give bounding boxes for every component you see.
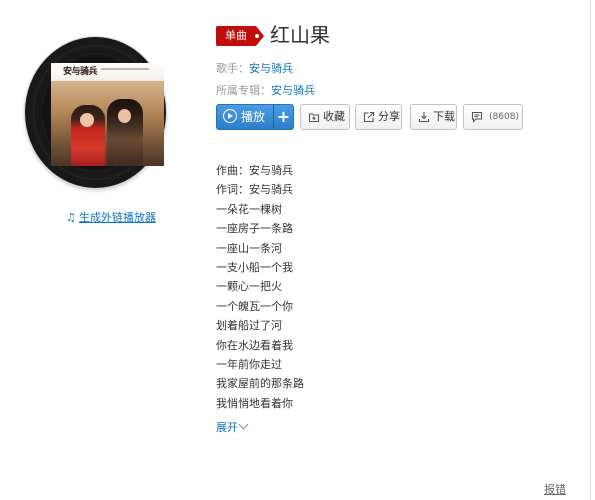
play-button[interactable]: 播放 [217,105,273,129]
share-button[interactable]: 分享 [355,104,402,130]
lyric-line: 一座房子一条路 [216,222,293,236]
lyric-line: 一朵花一棵树 [216,202,282,216]
share-icon [363,111,375,123]
collect-button[interactable]: 收藏 [300,104,350,130]
expand-lyrics-link[interactable]: 展开 [216,419,249,435]
share-label: 分享 [378,110,400,123]
lyric-line: 一个魄瓦一个你 [216,299,293,313]
lyrics-list: 作曲：安与骑兵 作词：安与骑兵 一朵花一棵树 一座房子一条路 一座山一条河 一支… [216,161,304,413]
collect-icon [308,113,320,123]
album-row: 所属专辑：安与骑兵 [216,82,315,98]
cover-photo [51,81,164,166]
song-title: 红山果 [270,23,330,47]
singer-link[interactable]: 安与骑兵 [249,62,293,75]
comment-count: (8608) [489,112,519,122]
right-border [590,0,591,500]
generate-player-label: 生成外链播放器 [79,211,156,224]
cover-artist-text: 安与骑兵 [63,67,98,77]
comment-icon [471,111,483,123]
album-label: 所属专辑： [216,84,271,97]
single-badge: 单曲 [216,26,264,46]
album-link[interactable]: 安与骑兵 [271,84,315,97]
singer-row: 歌手：安与骑兵 [216,60,293,76]
collect-label: 收藏 [323,110,345,123]
report-error-link[interactable]: 报错 [544,481,566,497]
lyric-line: 我家屋前的那条路 [216,377,304,391]
download-label: 下载 [433,110,455,123]
lyric-line: 作曲：安与骑兵 [216,164,293,177]
generate-player-link[interactable]: ♫ 生成外链播放器 [66,209,156,225]
badge-dot [255,34,259,38]
lyric-line: 一支小船一个我 [216,260,293,274]
lyric-line: 一座山一条河 [216,241,282,255]
lyric-line: 一年前你走过 [216,357,282,371]
cover-person-left [71,105,105,166]
play-circle-icon [223,109,237,123]
play-button-group: 播放 + [216,104,294,130]
music-note-icon: ♫ [66,211,76,224]
lyric-line: 一颗心一把火 [216,280,282,294]
lyric-line: 我悄悄地看着你 [216,396,293,410]
cover-person-right [107,99,143,166]
lyric-line: 你在水边看着我 [216,338,293,352]
singer-label: 歌手： [216,62,249,75]
comment-button[interactable]: (8608) [463,104,523,130]
expand-label: 展开 [216,421,238,434]
single-badge-label: 单曲 [225,29,247,42]
add-to-playlist-button[interactable]: + [274,105,293,129]
album-cover: 安与骑兵 [51,63,164,166]
lyric-line: 作词：安与骑兵 [216,183,293,197]
lyric-line: 划着船过了河 [216,319,282,333]
download-icon [418,112,430,123]
play-label: 播放 [241,110,266,124]
download-button[interactable]: 下载 [410,104,457,130]
chevron-down-icon [238,419,249,430]
cover-subtitle-line [101,68,149,70]
